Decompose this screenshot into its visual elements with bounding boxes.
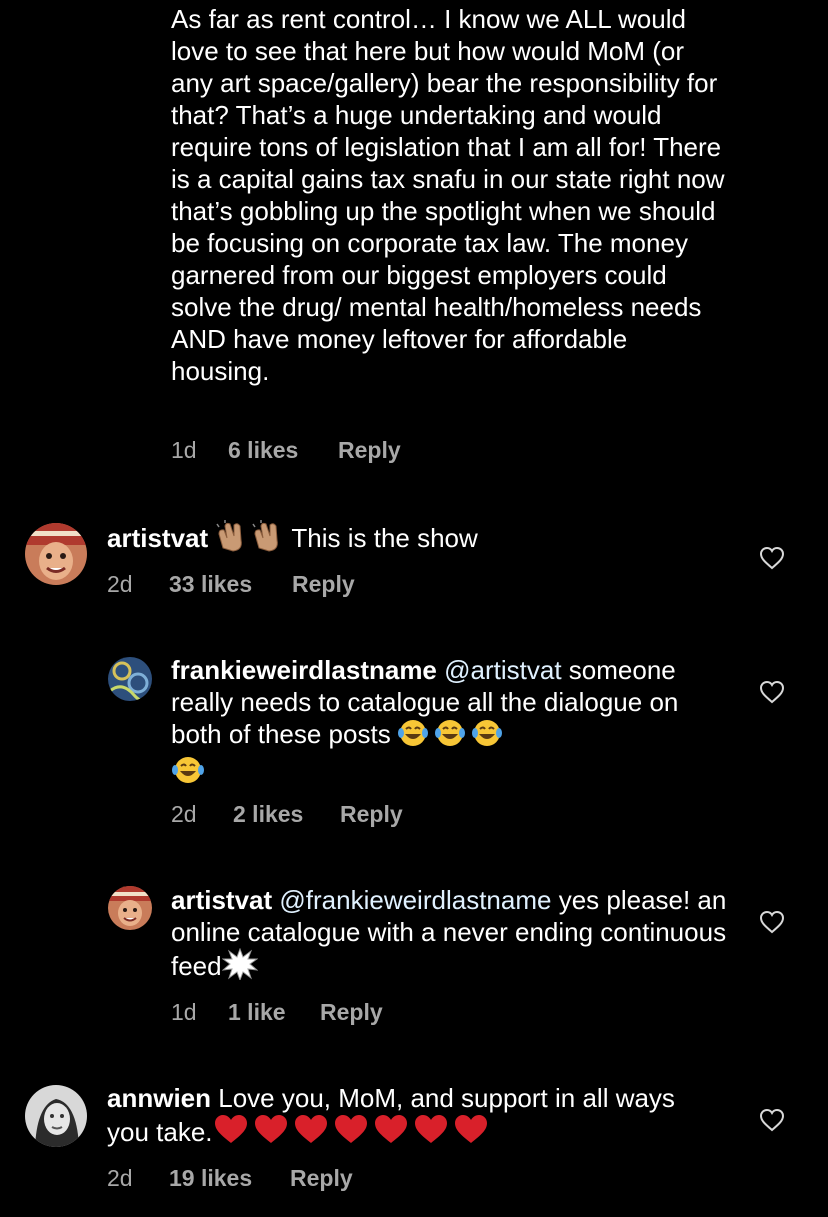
likes-count[interactable]: 2 likes [233, 800, 303, 828]
avatar-image [25, 1085, 87, 1147]
username[interactable]: artistvat [171, 885, 272, 915]
heart-outline-icon[interactable] [759, 1108, 785, 1132]
tears-of-joy-emoji [397, 718, 510, 755]
comment-text: This is the show [291, 523, 478, 553]
reply-button[interactable]: Reply [290, 1164, 353, 1192]
mention-link[interactable]: @artistvat [444, 655, 561, 685]
comment-body: artistvat @frankieweirdlastname yes plea… [171, 884, 731, 987]
comment-time: 2d [171, 801, 197, 827]
avatar-image [25, 523, 87, 585]
explosion-emoji [221, 947, 259, 987]
avatar[interactable] [108, 886, 152, 930]
username[interactable]: artistvat [107, 523, 208, 553]
likes-count[interactable]: 1 like [228, 998, 286, 1026]
heart-outline-icon[interactable] [759, 680, 785, 704]
heart-outline-icon[interactable] [759, 546, 785, 570]
reply-button[interactable]: Reply [292, 570, 355, 598]
likes-count[interactable]: 19 likes [169, 1164, 252, 1192]
likes-count[interactable]: 33 likes [169, 570, 252, 598]
comment-meta: 1d 1 like Reply [171, 998, 471, 1026]
top-comment-meta: 1d 6 likes Reply [171, 436, 471, 464]
mention-link[interactable]: @frankieweirdlastname [279, 885, 551, 915]
avatar[interactable] [108, 657, 152, 701]
comment-body: frankieweirdlastname @artistvat someone … [171, 654, 731, 792]
reply-button[interactable]: Reply [320, 998, 383, 1026]
avatar-image [108, 886, 152, 930]
comment-meta: 2d 19 likes Reply [107, 1164, 407, 1192]
comment-body: artistvat This is the show [107, 520, 747, 559]
comment-meta: 2d 2 likes Reply [171, 800, 471, 828]
avatar-image [108, 657, 152, 701]
avatar[interactable] [25, 1085, 87, 1147]
comment-body: annwien Love you, MoM, and support in al… [107, 1082, 707, 1153]
tears-of-joy-emoji [171, 755, 207, 792]
reply-button[interactable]: Reply [340, 800, 403, 828]
comment-time: 2d [107, 571, 133, 597]
red-heart-emoji [213, 1114, 489, 1153]
username[interactable]: frankieweirdlastname [171, 655, 437, 685]
comment-time: 1d [171, 999, 197, 1025]
avatar[interactable] [25, 523, 87, 585]
clapping-hands-emoji [215, 520, 291, 559]
reply-button[interactable]: Reply [338, 436, 401, 464]
comment-time: 1d [171, 437, 197, 463]
top-comment-text: As far as rent control… I know we ALL wo… [171, 4, 725, 386]
comment-meta: 2d 33 likes Reply [107, 570, 407, 598]
heart-outline-icon[interactable] [759, 910, 785, 934]
username[interactable]: annwien [107, 1083, 211, 1113]
comment-time: 2d [107, 1165, 133, 1191]
likes-count[interactable]: 6 likes [228, 436, 298, 464]
